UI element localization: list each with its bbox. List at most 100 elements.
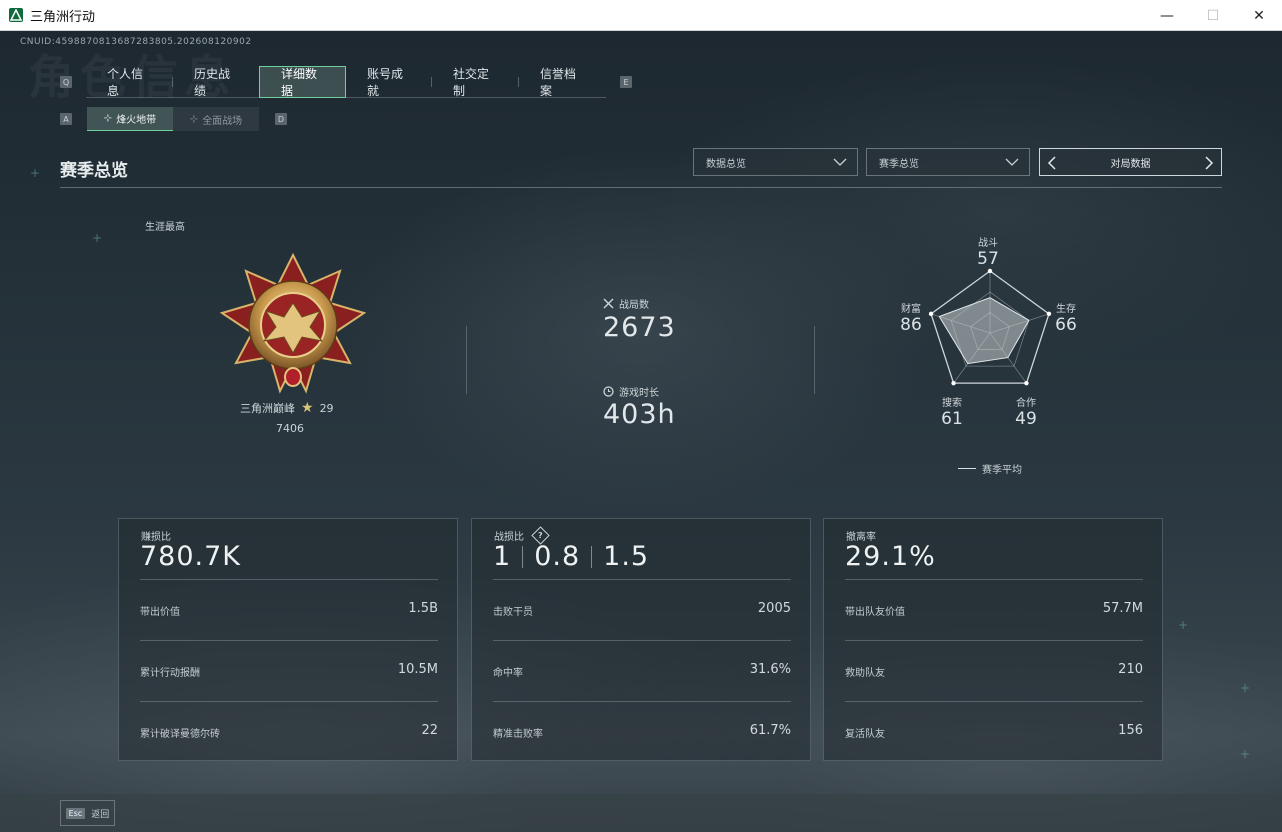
- clock-icon: [603, 386, 614, 397]
- card-main-value: 1 0.8 1.5: [493, 541, 649, 572]
- row-value: 22: [421, 723, 438, 738]
- row-key: 命中率: [493, 668, 523, 679]
- uid-label: CNUID:4598870813687283805.202608120902: [20, 37, 252, 47]
- tab-label: 全面战场: [202, 115, 243, 127]
- game-viewport: 角色信息 CNUID:4598870813687283805.202608120…: [0, 31, 1282, 832]
- card-row: 击败干员 2005: [493, 579, 791, 640]
- hazard-zone-icon: ⊹: [103, 113, 113, 124]
- tab-label: 社交定制: [453, 66, 490, 98]
- match-data-pager: 对局数据: [1039, 148, 1222, 176]
- row-key: 击败干员: [493, 607, 533, 618]
- divider: [814, 326, 815, 394]
- chevron-right-icon[interactable]: [1203, 155, 1215, 171]
- value-separator: [522, 545, 524, 568]
- card-row: 精准击败率 61.7%: [493, 701, 791, 762]
- career-best-label: 生涯最高: [145, 222, 185, 233]
- radar-value-teamwork: 49: [1015, 409, 1037, 429]
- section-divider: [60, 187, 1222, 188]
- legend-label: 赛季平均: [982, 465, 1022, 476]
- tab-history[interactable]: 历史战绩: [173, 66, 259, 98]
- row-key: 带出价值: [140, 607, 180, 618]
- tab-detailed-data[interactable]: 详细数据: [259, 65, 346, 98]
- playtime-label: 游戏时长: [603, 384, 659, 399]
- season-dropdown[interactable]: 赛季总览: [866, 148, 1030, 176]
- kd-overall: 1: [493, 541, 512, 572]
- extraction-rate-card: 撤离率 29.1% 带出队友价值 57.7M 救助队友 210 复活队友 156: [823, 518, 1163, 761]
- card-row: 带出队友价值 57.7M: [845, 579, 1143, 640]
- key-hint-a: A: [60, 113, 72, 125]
- esc-key-hint: Esc: [65, 807, 86, 819]
- radar-value-search: 61: [941, 409, 963, 429]
- row-key: 精准击败率: [493, 729, 543, 740]
- row-key: 累计行动报酬: [140, 668, 200, 679]
- tab-personal-info[interactable]: 个人信息: [86, 66, 173, 98]
- value-separator: [591, 545, 593, 568]
- radar-vertex-dot: [951, 380, 956, 386]
- radar-value-combat: 57: [977, 249, 999, 269]
- deco-plus-icon: +: [1240, 681, 1251, 695]
- close-button[interactable]: ✕: [1236, 0, 1282, 31]
- maximize-button[interactable]: ☐: [1190, 0, 1236, 31]
- rank-title: 三角洲巅峰: [240, 402, 295, 415]
- kd-ratio-card: 战损比 ? 1 0.8 1.5 击败干员 2005 命中率 31.6% 精准击败率 6…: [471, 518, 811, 761]
- chevron-left-icon[interactable]: [1046, 155, 1058, 171]
- app-logo-icon: [9, 8, 23, 22]
- back-label: 返回: [91, 809, 110, 820]
- dropdown-value: 数据总览: [706, 158, 746, 170]
- tab-social[interactable]: 社交定制: [432, 66, 519, 98]
- row-key: 累计破译曼德尔砖: [140, 729, 220, 740]
- card-row: 累计破译曼德尔砖 22: [140, 701, 438, 762]
- matches-label: 战局数: [603, 296, 649, 311]
- crossed-swords-icon: [603, 298, 614, 309]
- label-text: 游戏时长: [619, 388, 659, 399]
- card-row: 救助队友 210: [845, 640, 1143, 701]
- key-hint-e: E: [620, 76, 632, 88]
- help-glyph: ?: [538, 530, 543, 540]
- rank-medal-icon: [219, 253, 367, 394]
- row-value: 57.7M: [1102, 601, 1143, 616]
- row-value: 1.5B: [408, 601, 438, 616]
- rank-score: 7406: [276, 422, 304, 435]
- data-overview-dropdown[interactable]: 数据总览: [693, 148, 858, 176]
- card-main-value: 780.7K: [140, 541, 241, 572]
- tab-hazard-zone[interactable]: ⊹ 烽火地带: [87, 107, 173, 131]
- key-hint-d: D: [275, 113, 287, 125]
- deco-plus-icon: +: [1240, 747, 1251, 761]
- chevron-down-icon: [1005, 158, 1019, 166]
- radar-value-survival: 66: [1055, 315, 1077, 335]
- minimize-button[interactable]: —: [1144, 0, 1190, 31]
- main-value: 29.1%: [845, 541, 936, 572]
- radar-value-wealth: 86: [900, 315, 922, 335]
- row-value: 210: [1118, 662, 1143, 677]
- radar-label-wealth: 财富: [901, 304, 921, 315]
- tab-achievements[interactable]: 账号成就: [346, 66, 432, 98]
- rank-stars: 29: [319, 401, 334, 415]
- footer-bar: Esc 返回: [0, 794, 1282, 832]
- divider: [466, 326, 467, 394]
- radar-value-area: [938, 297, 1030, 365]
- battlefield-icon: ⊹: [189, 113, 199, 125]
- card-main-value: 29.1%: [845, 541, 936, 572]
- radar-label-search: 搜索: [942, 398, 962, 409]
- radar-vertex-dot: [1024, 380, 1029, 386]
- row-key: 复活队友: [845, 729, 885, 740]
- profit-ratio-card: 赚损比 780.7K 带出价值 1.5B 累计行动报酬 10.5M 累计破译曼德尔砖…: [118, 518, 458, 761]
- dropdown-value: 赛季总览: [879, 158, 919, 170]
- main-tab-bar: 个人信息 历史战绩 详细数据 账号成就 社交定制 信誉档案: [86, 65, 606, 98]
- card-row: 累计行动报酬 10.5M: [140, 640, 438, 701]
- section-title: 赛季总览: [60, 161, 128, 181]
- chevron-down-icon: [833, 158, 847, 166]
- mode-tab-bar: ⊹ 烽火地带 ⊹ 全面战场: [87, 107, 259, 131]
- row-value: 61.7%: [749, 723, 791, 738]
- radar-label-teamwork: 合作: [1016, 398, 1036, 409]
- tab-full-battlefield[interactable]: ⊹ 全面战场: [173, 107, 259, 131]
- main-value: 780.7K: [140, 541, 242, 572]
- label-text: 战局数: [619, 300, 649, 311]
- star-icon: ★: [301, 400, 314, 416]
- tab-reputation[interactable]: 信誉档案: [519, 66, 606, 98]
- pager-label: 对局数据: [1110, 158, 1151, 170]
- back-button[interactable]: Esc 返回: [60, 800, 115, 826]
- window-titlebar: 三角洲行动 — ☐ ✕: [0, 0, 1282, 31]
- rank-name: 三角洲巅峰 ★ 29: [240, 400, 334, 416]
- key-hint-q: Q: [60, 76, 72, 88]
